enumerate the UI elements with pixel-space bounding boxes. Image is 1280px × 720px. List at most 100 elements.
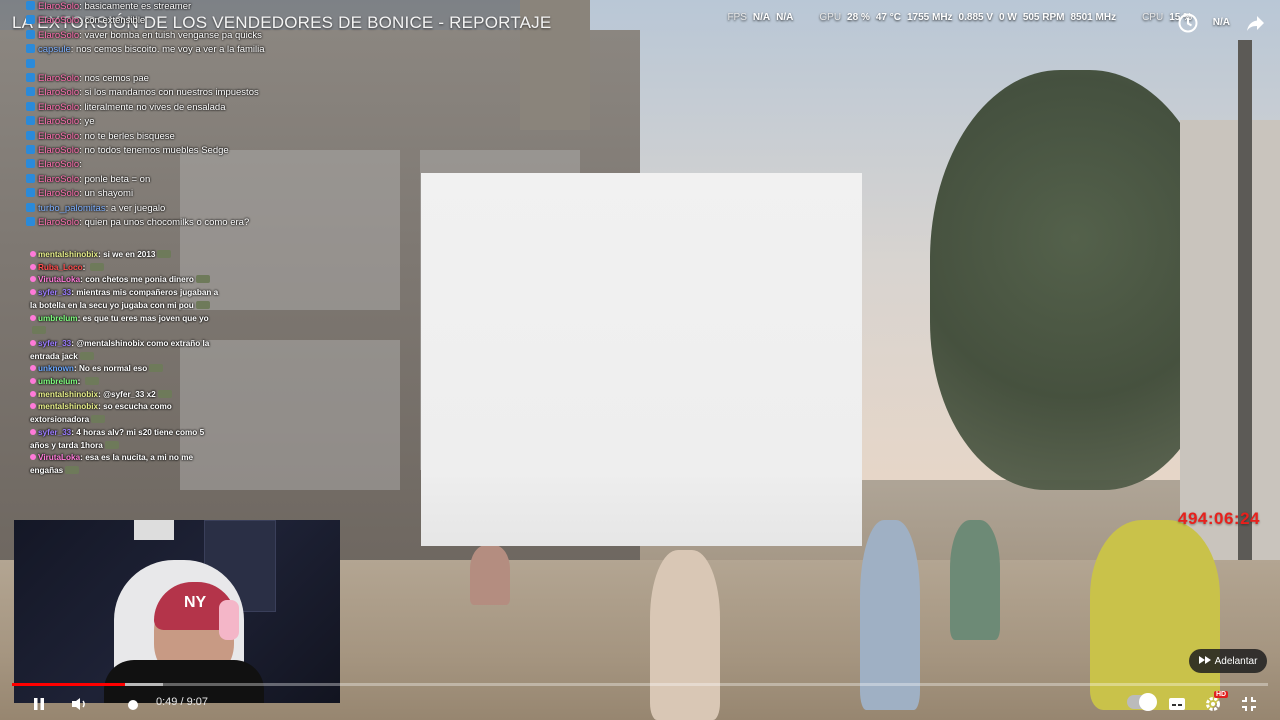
hd-badge: HD <box>1214 691 1229 698</box>
chat-username: mentalshinobix <box>38 389 99 399</box>
person <box>470 545 510 605</box>
chat-username: ElaroSolo <box>38 116 80 128</box>
chat-text: si los mandamos con nuestros impuestos <box>84 87 259 99</box>
chat-message <box>26 58 266 72</box>
chat-overlay-top: ElaroSolo: basicamente es streamer ElaroS… <box>26 0 266 231</box>
player-controls: 0:49 / 9:07 HD <box>0 688 1280 720</box>
chat-text: basicamente es streamer <box>84 1 192 12</box>
share-icon[interactable] <box>1244 12 1266 34</box>
chat-message: ElaroSolo: literalmente no vives de ensa… <box>26 101 266 115</box>
chat-badge-icon <box>30 403 36 410</box>
exit-fullscreen-icon[interactable] <box>1238 690 1260 718</box>
chat-badge-icon <box>30 251 36 257</box>
person <box>860 520 920 710</box>
chat-badge-icon <box>26 145 35 155</box>
chat-username: VirutaLoka <box>38 275 81 285</box>
fast-forward-icon <box>1198 655 1211 667</box>
chat-username: ElaroSolo <box>38 1 80 12</box>
volume-slider-handle[interactable] <box>126 690 140 718</box>
chat-message: syfer_33: mientras mis compañeros jugaba… <box>30 287 220 312</box>
chat-message: umbrelum: <box>30 376 220 389</box>
skip-forward-button[interactable]: Adelantar <box>1189 649 1267 673</box>
chat-text: @syfer_33 x2 <box>103 389 156 399</box>
chat-text: nos cemos biscoito. me voy a ver a la fa… <box>76 44 265 56</box>
chat-message: ElaroSolo: ye <box>26 115 266 129</box>
volume-icon[interactable] <box>68 690 92 718</box>
chat-text: no te berles bisquese <box>84 130 175 142</box>
gpu-clock: 1755 MHz <box>906 12 953 23</box>
chat-username: unknown <box>38 364 74 374</box>
chat-badge-icon <box>26 1 35 10</box>
emote-icon <box>157 250 172 258</box>
emote-icon <box>149 364 164 373</box>
emote-icon <box>89 262 104 271</box>
chat-username: mentalshinobix <box>38 250 99 259</box>
chat-text: No es normal eso <box>78 364 148 374</box>
subtitles-icon[interactable] <box>1166 690 1188 718</box>
chat-badge-icon <box>26 188 35 198</box>
chat-overlay-bottom: mentalshinobix: si we en 2013 Ruba_Loco: … <box>30 249 220 478</box>
chat-badge-icon <box>30 365 36 372</box>
chat-message: syfer_33: @mentalshinobix como extraño l… <box>30 338 220 363</box>
chat-badge-icon <box>26 87 35 97</box>
chat-text: ye <box>84 116 95 128</box>
autoplay-toggle[interactable] <box>1127 693 1157 711</box>
chat-username: ElaroSolo <box>38 145 80 157</box>
blank-overlay-panel <box>421 173 862 546</box>
progress-bar[interactable] <box>12 683 1268 686</box>
gpu-label: GPU <box>819 12 842 23</box>
chat-username: syfer_33 <box>38 338 72 348</box>
chat-text: no todos tenemos muebles Sedge <box>84 145 229 157</box>
chat-badge-icon <box>30 339 36 346</box>
chat-username: ElaroSolo <box>38 173 80 185</box>
chat-badge-icon <box>30 276 36 283</box>
emote-icon <box>195 275 210 284</box>
chat-badge-icon <box>30 263 36 270</box>
chat-badge-icon <box>26 173 35 183</box>
chat-colon: : <box>77 377 83 387</box>
played-bar <box>12 683 126 686</box>
chat-username: syfer_33 <box>38 427 72 437</box>
gpu-usage: 28 % <box>847 12 870 23</box>
chat-badge-icon <box>30 390 36 397</box>
chat-badge-icon <box>30 428 36 435</box>
chat-message: VirutaLoka: esa es la nucita, a mi no me… <box>30 452 220 477</box>
chat-message: ElaroSolo: <box>26 158 266 172</box>
chat-text: con extensible <box>84 15 146 27</box>
chat-message: ElaroSolo: nos cemos pae <box>26 72 266 86</box>
chat-message: ElaroSolo: no todos tenemos muebles Sedg… <box>26 144 266 158</box>
chat-text: ponle beta = on <box>84 173 151 185</box>
fps-value-2: N/A <box>776 12 794 23</box>
chat-message: mentalshinobix: so escucha como extorsio… <box>30 401 220 426</box>
chat-message: syfer_33: 4 horas alv? mi s20 tiene como… <box>30 427 220 452</box>
chat-username: ElaroSolo <box>38 159 80 171</box>
chat-badge-icon <box>30 289 36 296</box>
chat-badge-icon <box>30 378 36 385</box>
top-actions: N/A <box>1177 12 1266 34</box>
chat-colon: : <box>82 262 88 272</box>
headset <box>219 600 239 640</box>
chat-badge-icon <box>30 314 36 321</box>
person <box>1090 520 1220 710</box>
emote-icon <box>65 465 80 474</box>
watch-later-icon[interactable] <box>1177 12 1199 34</box>
chat-username: ElaroSolo <box>38 101 80 113</box>
time-display: 0:49 / 9:07 <box>156 696 208 708</box>
chat-badge-icon <box>26 73 35 83</box>
chat-username: ElaroSolo <box>38 188 80 200</box>
cpu-na-value: N/A <box>1212 17 1230 28</box>
chat-badge-icon <box>26 116 35 126</box>
chat-username: ElaroSolo <box>38 87 80 99</box>
chat-message: ElaroSolo: no te berles bisquese <box>26 130 266 144</box>
pause-button[interactable] <box>28 690 50 718</box>
chat-message: ElaroSolo: vaver bomba en tuish venganse… <box>26 29 266 43</box>
chat-message: umbrelum: es que tu eres mas joven que y… <box>30 313 220 338</box>
chat-text: quien pa unos chocomilks o como era? <box>84 217 250 229</box>
chat-badge-icon <box>26 58 35 68</box>
gpu-fan: 505 RPM <box>1022 12 1065 23</box>
chat-username: VirutaLoka <box>38 453 81 463</box>
chat-username: ElaroSolo <box>38 217 80 229</box>
chat-message: mentalshinobix: @syfer_33 x2 <box>30 389 220 402</box>
fps-label: FPS <box>727 12 747 23</box>
cpu-label: CPU <box>1142 12 1164 23</box>
